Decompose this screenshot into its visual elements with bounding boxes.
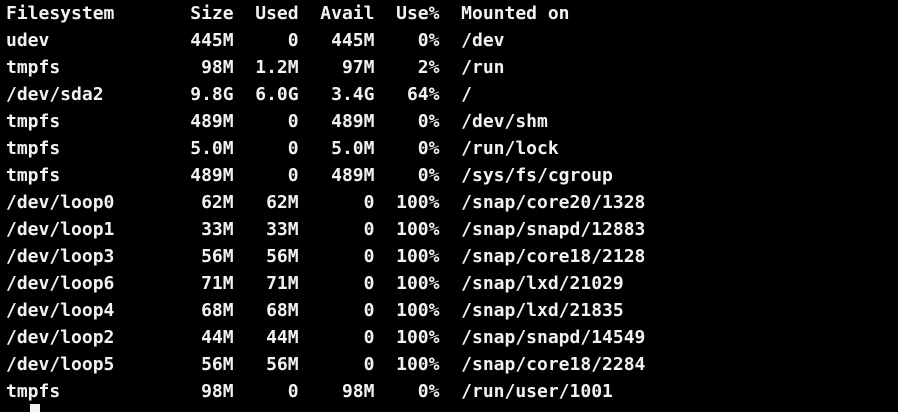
df-row: tmpfs 98M 0 98M 0% /run/user/1001: [6, 381, 613, 402]
df-row: tmpfs 489M 0 489M 0% /sys/fs/cgroup: [6, 165, 613, 186]
df-row: /dev/loop6 71M 71M 0 100% /snap/lxd/2102…: [6, 273, 624, 294]
df-row: tmpfs 489M 0 489M 0% /dev/shm: [6, 111, 548, 132]
df-row: tmpfs 5.0M 0 5.0M 0% /run/lock: [6, 138, 559, 159]
df-header-row: Filesystem Size Used Avail Use% Mounted …: [6, 3, 570, 24]
df-row: /dev/loop0 62M 62M 0 100% /snap/core20/1…: [6, 192, 646, 213]
df-row: udev 445M 0 445M 0% /dev: [6, 30, 505, 51]
df-row: /dev/loop2 44M 44M 0 100% /snap/snapd/14…: [6, 327, 646, 348]
df-row: /dev/sda2 9.8G 6.0G 3.4G 64% /: [6, 84, 472, 105]
df-row: tmpfs 98M 1.2M 97M 2% /run: [6, 57, 505, 78]
df-row: /dev/loop3 56M 56M 0 100% /snap/core18/2…: [6, 246, 646, 267]
df-row: /dev/loop4 68M 68M 0 100% /snap/lxd/2183…: [6, 300, 624, 321]
terminal-window[interactable]: Filesystem Size Used Avail Use% Mounted …: [0, 0, 898, 412]
df-row: /dev/loop5 56M 56M 0 100% /snap/core18/2…: [6, 354, 646, 375]
df-row: /dev/loop1 33M 33M 0 100% /snap/snapd/12…: [6, 219, 646, 240]
